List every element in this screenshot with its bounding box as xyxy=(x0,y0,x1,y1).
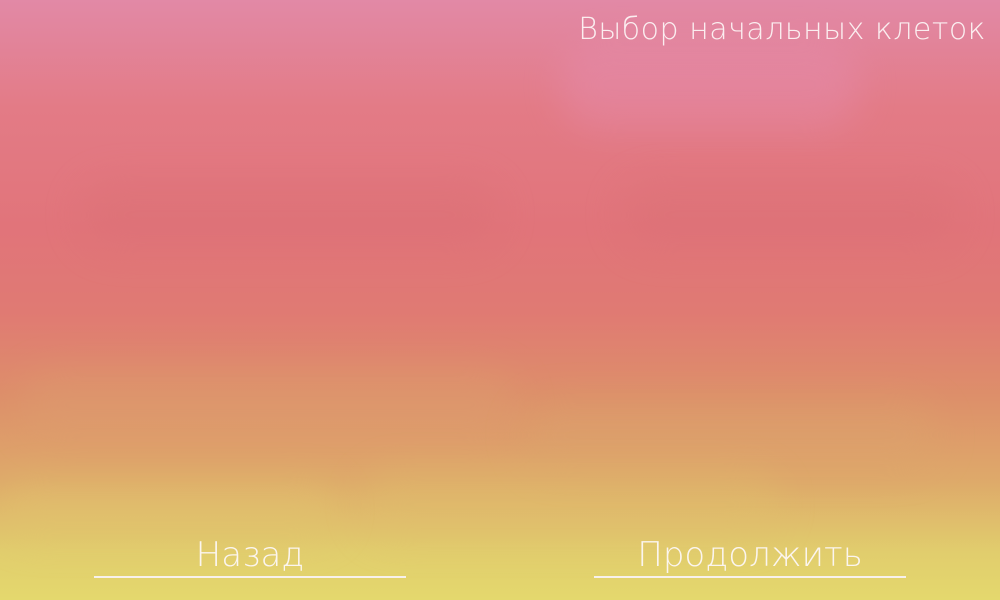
back-button[interactable]: Назад xyxy=(94,532,406,578)
screen-title: Выбор начальных клеток xyxy=(578,12,986,47)
continue-button[interactable]: Продолжить xyxy=(594,532,906,578)
